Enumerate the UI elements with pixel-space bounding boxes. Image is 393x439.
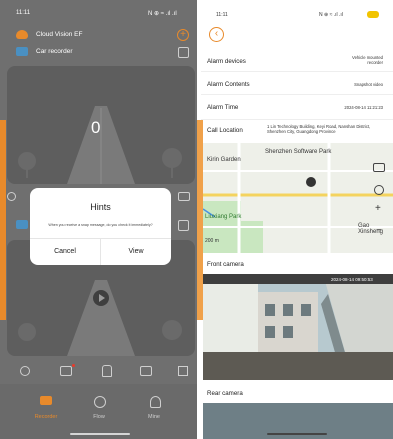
front-camera-scene [203, 274, 393, 380]
road-illustration [18, 106, 182, 184]
location-map[interactable]: Shenzhen Software Park Kirin Garden Liux… [203, 143, 393, 253]
left-accent-strip [0, 120, 6, 320]
video-value: 0 [91, 118, 101, 137]
mine-icon[interactable] [150, 396, 161, 408]
battery-icon [367, 11, 379, 18]
notification-dot [72, 364, 75, 367]
video-card-1[interactable]: 0 [7, 66, 195, 184]
recorder-icon[interactable] [40, 396, 52, 405]
home-indicator-right [267, 433, 327, 435]
row-alarm-time: Alarm Time 2024-08-14 11:21:23 [201, 95, 393, 120]
bottom-nav [0, 384, 197, 439]
view-button[interactable]: View [101, 238, 171, 265]
right-accent-strip [197, 120, 203, 320]
alarm-contents-label: Alarm Contents [207, 81, 250, 88]
row-call-location: Call Location 1 Lin Technology Building,… [201, 120, 393, 144]
front-camera-image[interactable]: 2024-08-14 09:50:53 [203, 274, 393, 380]
replay-icon[interactable] [20, 366, 30, 376]
alarm-time-label: Alarm Time [207, 104, 239, 111]
map-scale: 200 m [205, 238, 219, 244]
settings-icon-2[interactable] [178, 220, 189, 231]
camera-icon[interactable] [178, 192, 190, 201]
hints-dialog: Hints When you receive a snap message, d… [30, 188, 171, 265]
home-indicator [70, 433, 130, 435]
device-name-2[interactable]: Car recorder [36, 48, 72, 55]
status-icons-right: N ⊕ ≈ .ıl .ıl [319, 12, 343, 18]
front-camera-timestamp: 2024-08-14 09:50:53 [331, 277, 373, 282]
status-time-right: 11:11 [216, 12, 228, 18]
fullscreen-icon[interactable] [178, 366, 188, 376]
row-alarm-contents: Alarm Contents Snapshot video [201, 72, 393, 95]
dialog-title: Hints [90, 202, 111, 212]
alarm-time-value: 2024-08-14 11:21:23 [344, 105, 383, 110]
zoom-in-icon[interactable]: + [375, 203, 381, 214]
intercom-icon[interactable] [102, 365, 112, 377]
nav-mine[interactable]: Mine [134, 414, 174, 420]
front-camera-label: Front camera [207, 261, 244, 268]
flow-icon[interactable] [94, 396, 106, 408]
refresh-icon[interactable] [7, 192, 16, 201]
cloud-icon [16, 30, 28, 39]
map-marker-icon[interactable] [306, 177, 316, 187]
row-alarm-devices: Alarm devices Vehicle mounted recorder [201, 49, 393, 72]
map-label-park: Liuxiang Park [205, 214, 242, 220]
map-label-software-park: Shenzhen Software Park [265, 149, 332, 155]
device-thumb-icon [16, 220, 28, 229]
status-time: 11:11 [16, 10, 31, 16]
snapshot-icon[interactable] [140, 366, 152, 376]
status-icons: N ⊕ ≈ .ıl .ıl [148, 11, 177, 17]
message-icon[interactable] [60, 366, 72, 376]
add-device-icon[interactable]: + [177, 29, 189, 41]
back-icon[interactable]: ‹ [209, 27, 224, 42]
traffic-icon[interactable] [373, 163, 385, 172]
car-recorder-icon [16, 47, 28, 56]
right-phone-screen: 11:11 N ⊕ ≈ .ıl .ıl ‹ Alarm devices Vehi… [201, 0, 393, 439]
alarm-devices-value: Vehicle mounted recorder [352, 55, 383, 65]
call-location-label: Call Location [207, 127, 243, 134]
settings-icon[interactable] [178, 47, 189, 58]
cancel-button[interactable]: Cancel [30, 238, 100, 265]
alarm-contents-value: Snapshot video [354, 82, 383, 87]
dialog-message: When you receive a snap message, do you … [48, 223, 153, 227]
call-location-value: 1 Lin Technology Building, Keyi Road, Na… [267, 124, 371, 134]
map-label-kirin-garden: Kirin Garden [207, 157, 241, 163]
locate-icon[interactable] [374, 185, 384, 195]
alarm-devices-label: Alarm devices [207, 58, 246, 65]
zoom-out-icon[interactable]: − [376, 225, 382, 236]
left-phone-screen: 11:11 N ⊕ ≈ .ıl .ıl Cloud Vision EF + Ca… [0, 0, 197, 439]
nav-flow[interactable]: Flow [79, 414, 119, 420]
device-name-1[interactable]: Cloud Vision EF [36, 31, 83, 38]
play-icon[interactable] [93, 290, 109, 306]
rear-camera-label: Rear camera [207, 390, 243, 397]
nav-recorder[interactable]: Recorder [26, 414, 66, 420]
